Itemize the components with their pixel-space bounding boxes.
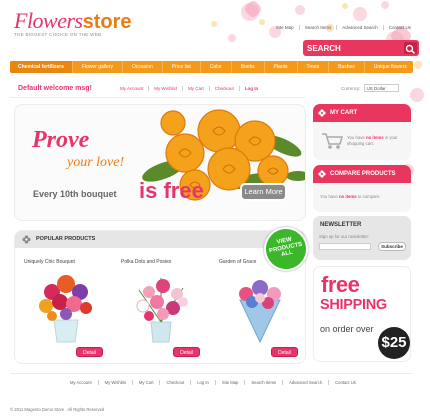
search-icon [405,44,416,54]
welcome-message: Default welcome msg! [18,85,92,92]
compare-text-pre: You have [320,194,338,199]
product-name-1[interactable]: Uniquely Chic Bouquet [24,259,75,265]
subscribe-button[interactable]: Subscribe [378,242,406,251]
account-link-log-in[interactable]: Log In [238,86,264,91]
newsletter-box: NEWSLETTER Sign up for our newsletter: S… [313,216,411,260]
shopping-cart-icon [322,133,343,149]
learn-more-button[interactable]: Learn More [240,183,287,201]
currency-label: Currency: [341,85,361,91]
nav-item-price-list[interactable]: Price list [161,61,200,73]
footer-link-search-items[interactable]: Search Items [244,380,282,385]
my-cart-text-pre: You have [347,135,365,140]
nav-item-books[interactable]: Books [230,61,264,73]
footer-link-contact-us[interactable]: Contact Us [328,380,362,385]
store-logo[interactable]: Flowersstore THE BIGGEST CHOICE ON THE W… [14,8,132,37]
promo-shipping: SHIPPING [320,297,387,313]
account-link-my-account[interactable]: My Account [115,86,148,91]
product-image-3[interactable] [218,270,302,344]
currency-switcher: Currency: US Dollar [341,84,399,92]
footer-link-my-cart[interactable]: My Cart [131,380,160,385]
top-link-search-items[interactable]: Search Items [298,25,337,30]
my-cart-title: MY CART [330,110,358,116]
compare-products-header: COMPARE PRODUCTS [313,165,411,183]
newsletter-label: Sign up for our newsletter: [319,234,370,239]
copyright-text: © 2011 Magento Demo Store . All Rights R… [10,407,105,412]
compare-text-post: to compare. [357,194,381,199]
account-link-checkout[interactable]: Checkout [208,86,239,91]
product-image-2[interactable] [119,270,203,344]
my-cart-text: You have no items in your shopping cart. [347,135,407,147]
nav-item-unique-flowers[interactable]: Unique flowers [363,61,416,73]
compare-products-box: COMPARE PRODUCTS You have no items to co… [313,165,411,212]
compare-products-text: You have no items to compare. [320,194,381,200]
flower-icon [318,109,326,117]
footer-link-my-account[interactable]: My Account [64,380,98,385]
popular-products-title: POPULAR PRODUCTS [36,236,96,242]
logo-word-flowers: Flowers [14,8,83,33]
nav-item-bushes[interactable]: Bushes [328,61,364,73]
promo-price-badge: $25 [378,327,410,359]
banner-subheadline: your love! [67,155,125,170]
search-label: SEARCH [307,43,341,53]
logo-word-store: store [82,11,132,33]
banner-offer-free-word: free [163,178,204,203]
top-link-contact-us[interactable]: Contact Us [382,25,416,30]
my-cart-box: MY CART You have no items in your shoppi… [313,104,411,160]
divider [10,97,305,98]
account-links: My Account My Wishlist My Cart Checkout … [115,86,263,91]
view-all-line-3: ALL [280,249,294,259]
search-button[interactable] [404,42,417,54]
newsletter-title: NEWSLETTER [320,222,362,228]
account-link-my-cart[interactable]: My Cart [182,86,209,91]
banner-offer-is: is [139,178,158,203]
promo-free: free [321,272,360,297]
footer-link-log-in[interactable]: Log In [190,380,215,385]
footer-link-my-wishlist[interactable]: My Wishlist [97,380,132,385]
top-links: Site Map Search Items Advanced Search Co… [271,25,416,30]
newsletter-email-input[interactable] [319,243,371,250]
nav-item-plants[interactable]: Plants [263,61,297,73]
nav-item-color[interactable]: Color [199,61,231,73]
product-detail-button-1[interactable]: Detail [76,347,103,357]
nav-item-trees[interactable]: Trees [296,61,329,73]
product-name-2[interactable]: Polka Dots and Posies [121,259,171,265]
product-detail-button-2[interactable]: Detail [173,347,200,357]
currency-select[interactable]: US Dollar [363,84,399,92]
footer-links: My Account My Wishlist My Cart Checkout … [64,380,362,385]
flower-icon [318,170,326,178]
promo-banner[interactable]: Prove your love! Every 10th bouquet is f… [14,104,306,221]
popular-products-header: POPULAR PRODUCTS [15,231,305,248]
footer-link-site-map[interactable]: Site Map [214,380,245,385]
product-image-1[interactable] [24,270,108,344]
promo-on-order: on order over [320,324,374,334]
top-link-site-map[interactable]: Site Map [271,25,299,30]
compare-text-em: no items [338,194,357,199]
compare-products-title: COMPARE PRODUCTS [330,171,396,177]
free-shipping-promo[interactable]: free SHIPPING on order over $25 [313,266,411,362]
main-navigation: Chemical fertilizers Flower gallery Occa… [10,61,413,73]
my-cart-text-em: no items [365,135,384,140]
footer-link-advanced-search[interactable]: Advanced Search [282,380,328,385]
banner-offer-text: Every 10th bouquet [33,189,117,199]
nav-item-occasion[interactable]: Occasion [121,61,162,73]
banner-offer-free: is free [139,178,204,204]
search-bar[interactable]: SEARCH [303,40,419,56]
my-cart-header: MY CART [313,104,411,122]
banner-headline: Prove [32,127,90,153]
top-link-advanced-search[interactable]: Advanced Search [336,25,383,30]
nav-item-flower-gallery[interactable]: Flower gallery [71,61,122,73]
footer-link-checkout[interactable]: Checkout [159,380,190,385]
flower-icon [22,235,31,244]
product-name-3[interactable]: Garden of Grace [219,259,256,265]
nav-item-chemical-fertilizers[interactable]: Chemical fertilizers [10,61,72,73]
account-link-my-wishlist[interactable]: My Wishlist [148,86,182,91]
product-detail-button-3[interactable]: Detail [271,347,298,357]
footer-divider [10,373,413,374]
